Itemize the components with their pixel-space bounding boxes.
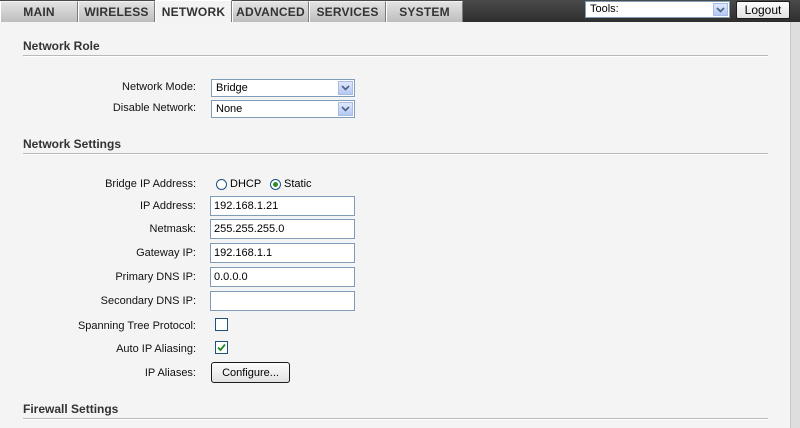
tools-dropdown-value: Tools: [590, 3, 619, 15]
network-mode-value: Bridge [216, 82, 248, 94]
network-mode-select[interactable]: Bridge [211, 79, 355, 97]
ip-address-label: IP Address: [139, 200, 196, 212]
tab-network[interactable]: NETWORK [155, 0, 232, 23]
configure-button[interactable]: Configure... [211, 362, 290, 383]
checkmark-icon [217, 343, 226, 352]
firewall-settings-title: Firewall Settings [23, 402, 119, 416]
auto-ip-aliasing-checkbox[interactable] [215, 341, 228, 354]
tab-main[interactable]: MAIN [0, 1, 78, 22]
stp-checkbox[interactable] [215, 318, 228, 331]
disable-network-value: None [216, 103, 243, 115]
static-radio-label: Static [284, 178, 312, 190]
stp-label: Spanning Tree Protocol: [77, 320, 196, 332]
disable-network-select[interactable]: None [211, 100, 355, 118]
gateway-ip-field[interactable] [210, 243, 355, 263]
bridge-ip-label: Bridge IP Address: [105, 178, 196, 190]
static-radio[interactable] [270, 179, 281, 190]
chevron-down-icon[interactable] [338, 102, 353, 116]
tab-advanced[interactable]: ADVANCED [232, 1, 309, 22]
section-divider [23, 418, 768, 420]
primary-dns-field[interactable] [210, 267, 355, 287]
section-divider [23, 153, 768, 155]
secondary-dns-field[interactable] [210, 291, 355, 311]
tab-wireless[interactable]: WIRELESS [78, 1, 155, 22]
main-panel: Network Role Network Mode: Bridge Disabl… [0, 22, 790, 428]
network-settings-title: Network Settings [23, 137, 122, 151]
tools-dropdown[interactable]: Tools: [585, 1, 730, 18]
radio-selected-dot [273, 182, 278, 187]
chevron-down-icon[interactable] [338, 81, 353, 95]
dhcp-radio[interactable] [216, 179, 227, 190]
top-nav-bar: MAIN WIRELESS NETWORK ADVANCED SERVICES … [0, 0, 800, 23]
primary-dns-label: Primary DNS IP: [115, 271, 196, 283]
ip-aliases-label: IP Aliases: [144, 367, 196, 379]
vertical-scrollbar[interactable] [790, 22, 800, 428]
network-role-title: Network Role [23, 39, 100, 53]
secondary-dns-label: Secondary DNS IP: [100, 295, 196, 307]
disable-network-label: Disable Network: [112, 102, 196, 114]
dhcp-radio-label: DHCP [230, 178, 262, 190]
tab-services[interactable]: SERVICES [309, 1, 386, 22]
auto-ip-aliasing-label: Auto IP Aliasing: [116, 343, 196, 355]
netmask-label: Netmask: [149, 223, 196, 235]
network-mode-label: Network Mode: [122, 81, 196, 93]
tab-system[interactable]: SYSTEM [386, 1, 463, 22]
gateway-ip-label: Gateway IP: [136, 247, 196, 259]
logout-button[interactable]: Logout [736, 1, 790, 19]
section-divider [23, 55, 768, 57]
ip-address-field[interactable] [210, 196, 355, 216]
chevron-down-icon[interactable] [713, 3, 728, 16]
netmask-field[interactable] [210, 219, 355, 239]
